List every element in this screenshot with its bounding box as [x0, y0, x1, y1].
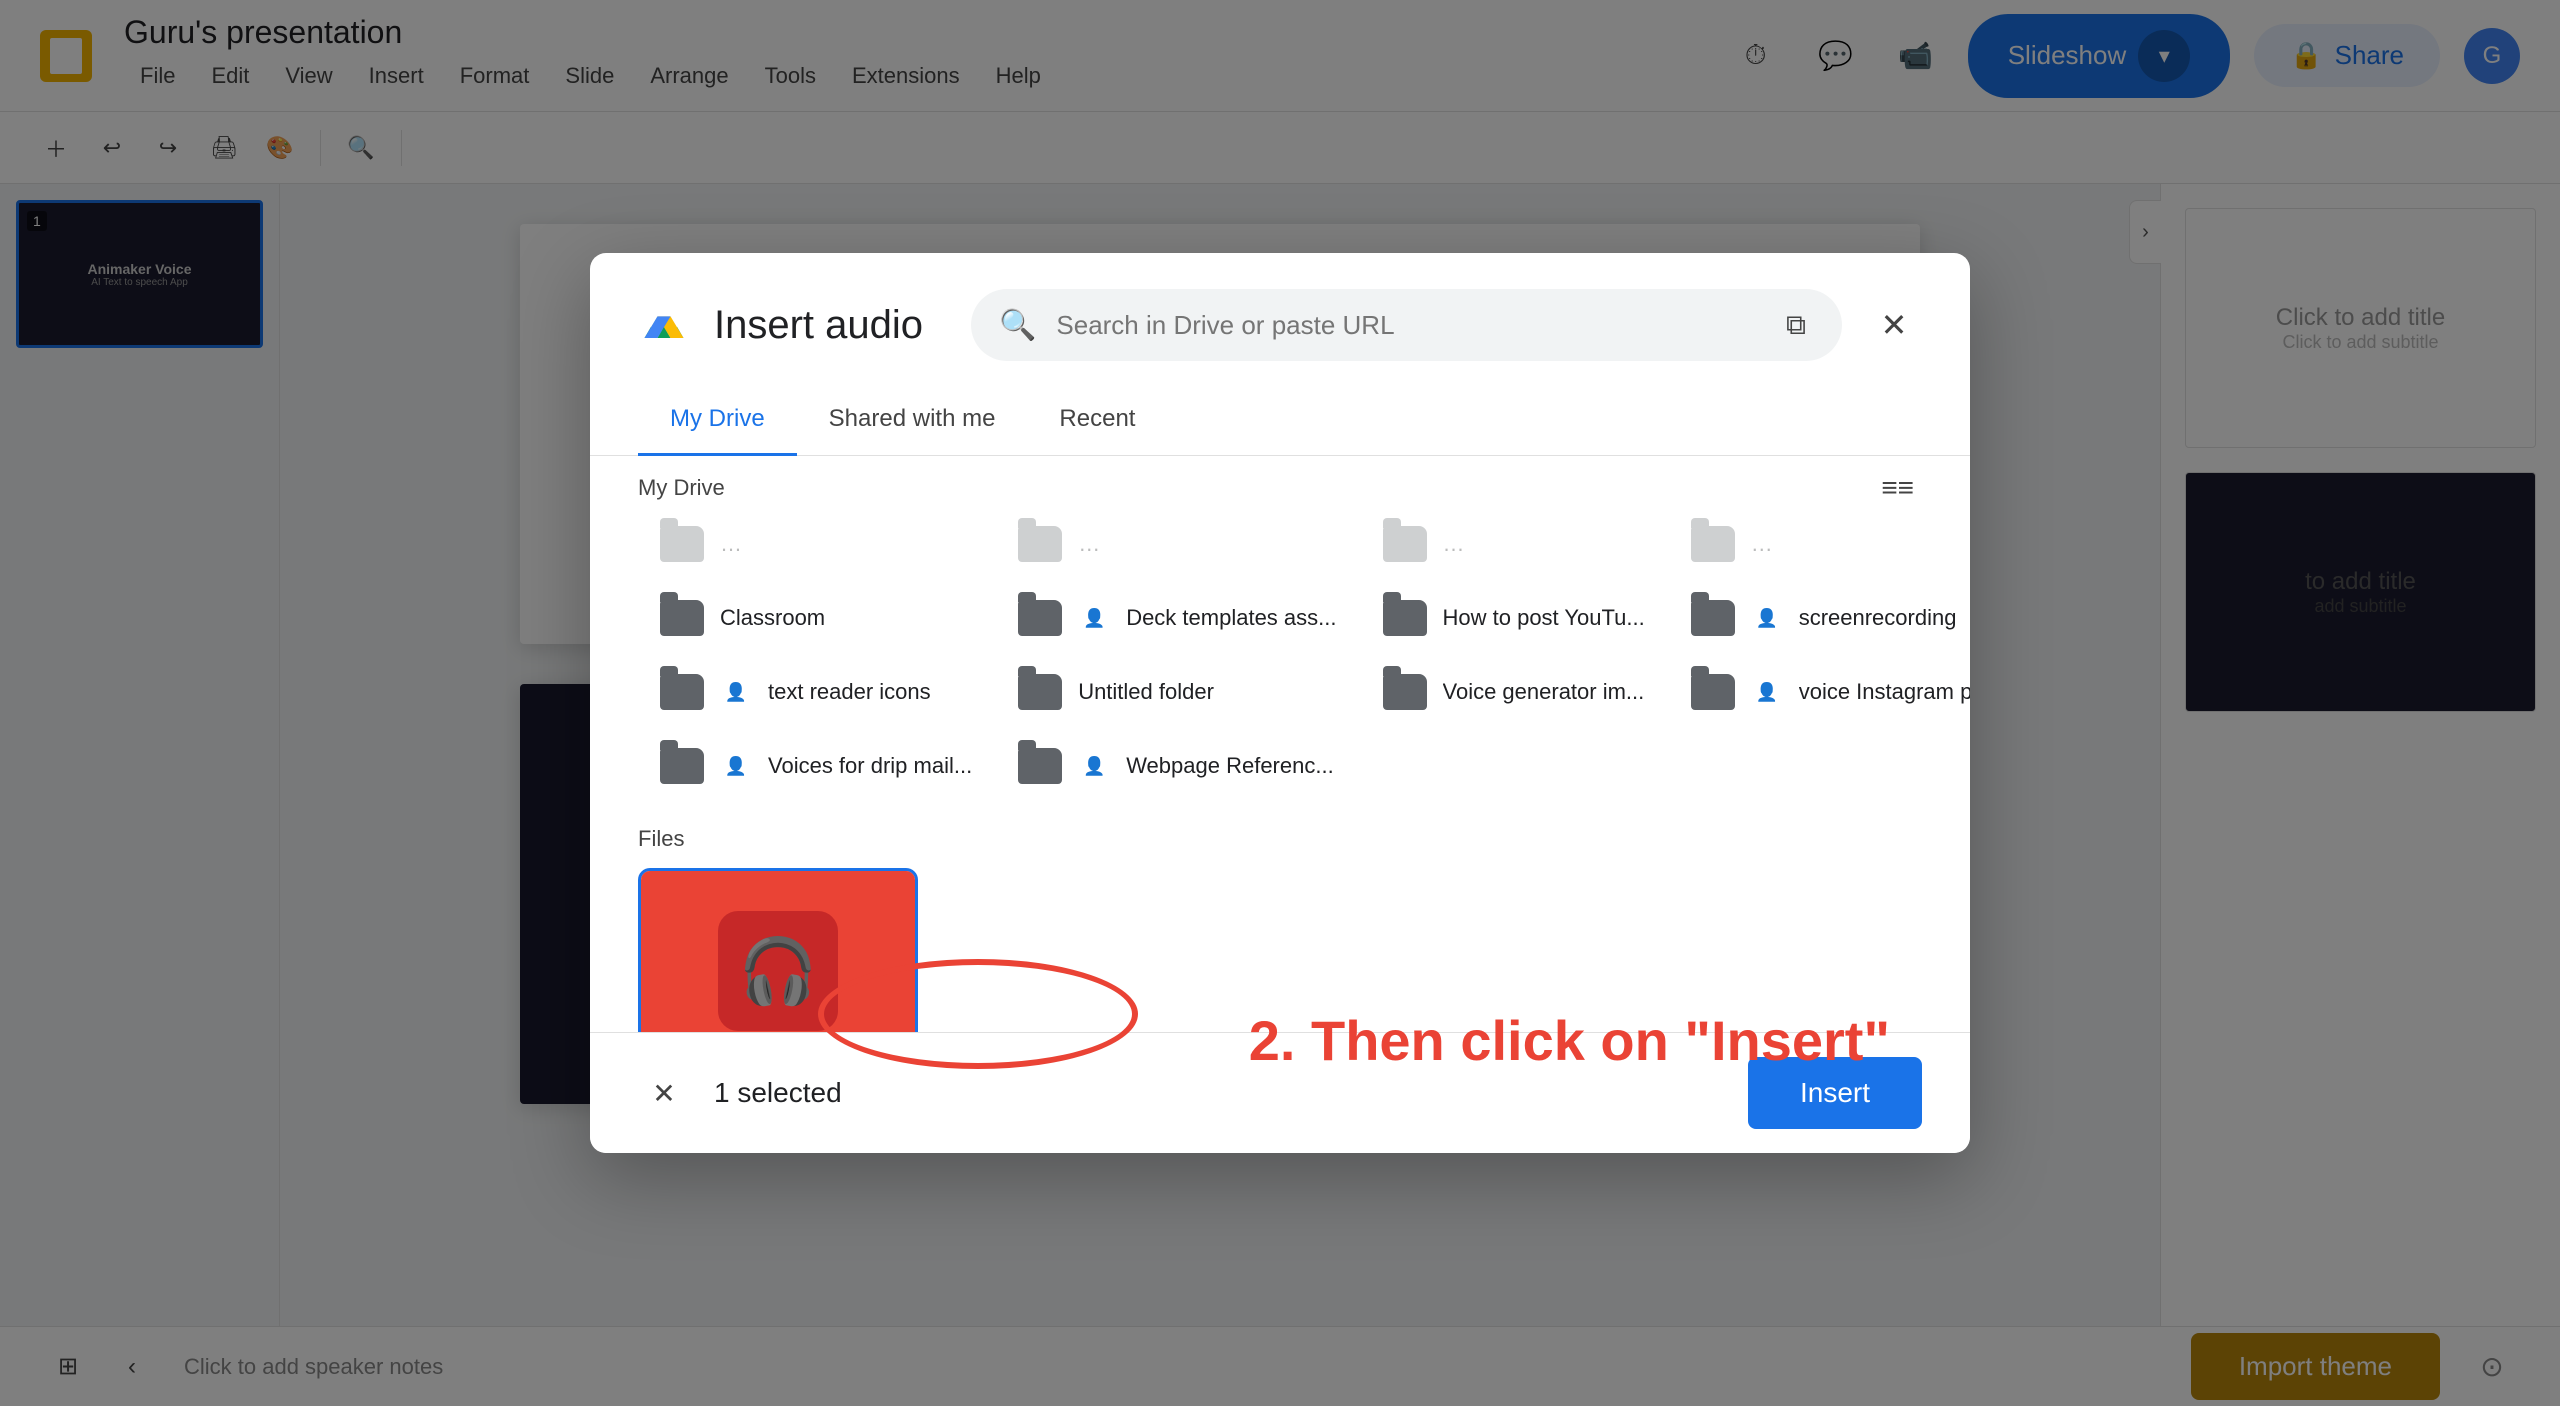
folder-icon [1383, 600, 1427, 636]
folder-voice-generator[interactable]: Voice generator im... [1361, 656, 1667, 728]
breadcrumb: My Drive [638, 475, 725, 501]
folder-name: Voice generator im... [1443, 679, 1645, 705]
google-drive-logo [638, 299, 690, 351]
shared-badge: 👤 [1751, 676, 1783, 708]
folder-classroom[interactable]: Classroom [638, 582, 994, 654]
dialog-footer: ✕ 1 selected Insert [590, 1032, 1970, 1153]
folder-deck-templates[interactable]: 👤 Deck templates ass... [996, 582, 1358, 654]
folder-icon [660, 600, 704, 636]
files-section-label: Files [638, 818, 1922, 868]
folder-text-reader-icons[interactable]: 👤 text reader icons [638, 656, 994, 728]
shared-folder-icon [660, 748, 704, 784]
shared-folder-icon [660, 674, 704, 710]
folder-item[interactable]: … [1669, 508, 1970, 580]
folder-name: text reader icons [768, 679, 931, 705]
shared-folder-icon [1691, 600, 1735, 636]
shared-badge: 👤 [720, 676, 752, 708]
insert-audio-dialog: Insert audio 🔍 ⧉ ✕ My Drive Shared with … [590, 253, 1970, 1153]
tab-shared-with-me[interactable]: Shared with me [797, 385, 1028, 456]
shared-folder-icon [1691, 674, 1735, 710]
folder-name: voice Instagram po... [1799, 679, 1970, 705]
shared-folder-icon [1018, 600, 1062, 636]
shared-badge: 👤 [1078, 750, 1110, 782]
folder-icon [1018, 674, 1062, 710]
folders-grid: … … … … … [638, 508, 1922, 802]
selected-count-label: 1 selected [714, 1077, 842, 1109]
grid-view-toggle[interactable]: ≡≡ [1873, 464, 1922, 511]
dialog-header: Insert audio 🔍 ⧉ ✕ [590, 253, 1970, 361]
folder-webpage-reference[interactable]: 👤 Webpage Referenc... [996, 730, 1358, 802]
audio-thumb: 🎧 [641, 871, 915, 1032]
folder-name: Untitled folder [1078, 679, 1214, 705]
shared-badge: 👤 [1078, 602, 1110, 634]
folder-voice-instagram[interactable]: 👤 voice Instagram po... [1669, 656, 1970, 728]
folder-name: Webpage Referenc... [1126, 753, 1334, 779]
tab-recent[interactable]: Recent [1027, 385, 1167, 456]
folder-icon [1383, 526, 1427, 562]
folder-icon [660, 526, 704, 562]
search-input[interactable] [1056, 310, 1758, 341]
files-section: Files 🎧 ♪ Eng US voice.mp3 [638, 810, 1922, 1032]
folder-voices-drip[interactable]: 👤 Voices for drip mail... [638, 730, 994, 802]
dialog-tabs: My Drive Shared with me Recent [590, 385, 1970, 456]
search-icon: 🔍 [999, 308, 1036, 343]
shared-badge: 👤 [1751, 602, 1783, 634]
filter-icon[interactable]: ⧉ [1778, 301, 1814, 350]
modal-overlay: Insert audio 🔍 ⧉ ✕ My Drive Shared with … [0, 0, 2560, 1406]
shared-badge: 👤 [720, 750, 752, 782]
folder-item[interactable]: … [1361, 508, 1667, 580]
dialog-title: Insert audio [714, 303, 923, 348]
folder-name: Classroom [720, 605, 825, 631]
folder-name: How to post YouTu... [1443, 605, 1645, 631]
folder-item[interactable]: … [996, 508, 1358, 580]
folder-icon [1018, 526, 1062, 562]
folder-screenrecording[interactable]: 👤 screenrecording [1669, 582, 1970, 654]
audio-file-item[interactable]: 🎧 ♪ Eng US voice.mp3 [638, 868, 918, 1032]
folder-how-to-post[interactable]: How to post YouTu... [1361, 582, 1667, 654]
folder-untitled[interactable]: Untitled folder [996, 656, 1358, 728]
folder-name: Deck templates ass... [1126, 605, 1336, 631]
clear-selection-button[interactable]: ✕ [638, 1067, 690, 1119]
search-bar: 🔍 ⧉ [971, 289, 1842, 361]
insert-button[interactable]: Insert [1748, 1057, 1922, 1129]
close-dialog-button[interactable]: ✕ [1866, 297, 1922, 353]
folder-icon [1383, 674, 1427, 710]
shared-folder-icon [1018, 748, 1062, 784]
folder-name: screenrecording [1799, 605, 1957, 631]
folder-name: Voices for drip mail... [768, 753, 972, 779]
audio-headphone-icon: 🎧 [718, 911, 838, 1031]
tab-my-drive[interactable]: My Drive [638, 385, 797, 456]
folder-icon [1691, 526, 1735, 562]
dialog-body: … … … … … [590, 508, 1970, 1032]
folder-item[interactable]: … [638, 508, 994, 580]
